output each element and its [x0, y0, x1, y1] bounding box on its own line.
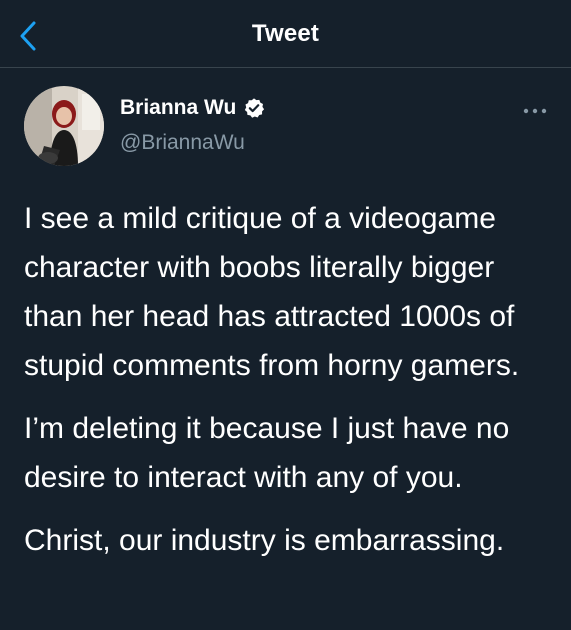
- author-name: Brianna Wu: [120, 96, 237, 119]
- top-bar: Tweet: [0, 0, 571, 68]
- tweet-paragraph: Christ, our industry is embarrassing.: [24, 524, 505, 557]
- tweet-paragraph: I see a mild critique of a videogame cha…: [24, 202, 520, 382]
- page-title: Tweet: [251, 20, 320, 47]
- avatar[interactable]: [24, 86, 104, 166]
- author-name-row[interactable]: Brianna Wu: [120, 96, 265, 120]
- more-options-button[interactable]: [520, 100, 550, 122]
- tweet-paragraph: I’m deleting it because I just have no d…: [24, 412, 510, 494]
- more-horizontal-icon: [523, 108, 547, 114]
- author-handle[interactable]: @BriannaWu: [120, 131, 245, 155]
- verified-badge-icon: [245, 98, 265, 118]
- avatar-image: [24, 86, 104, 166]
- tweet-body: I see a mild critique of a videogame cha…: [24, 194, 554, 579]
